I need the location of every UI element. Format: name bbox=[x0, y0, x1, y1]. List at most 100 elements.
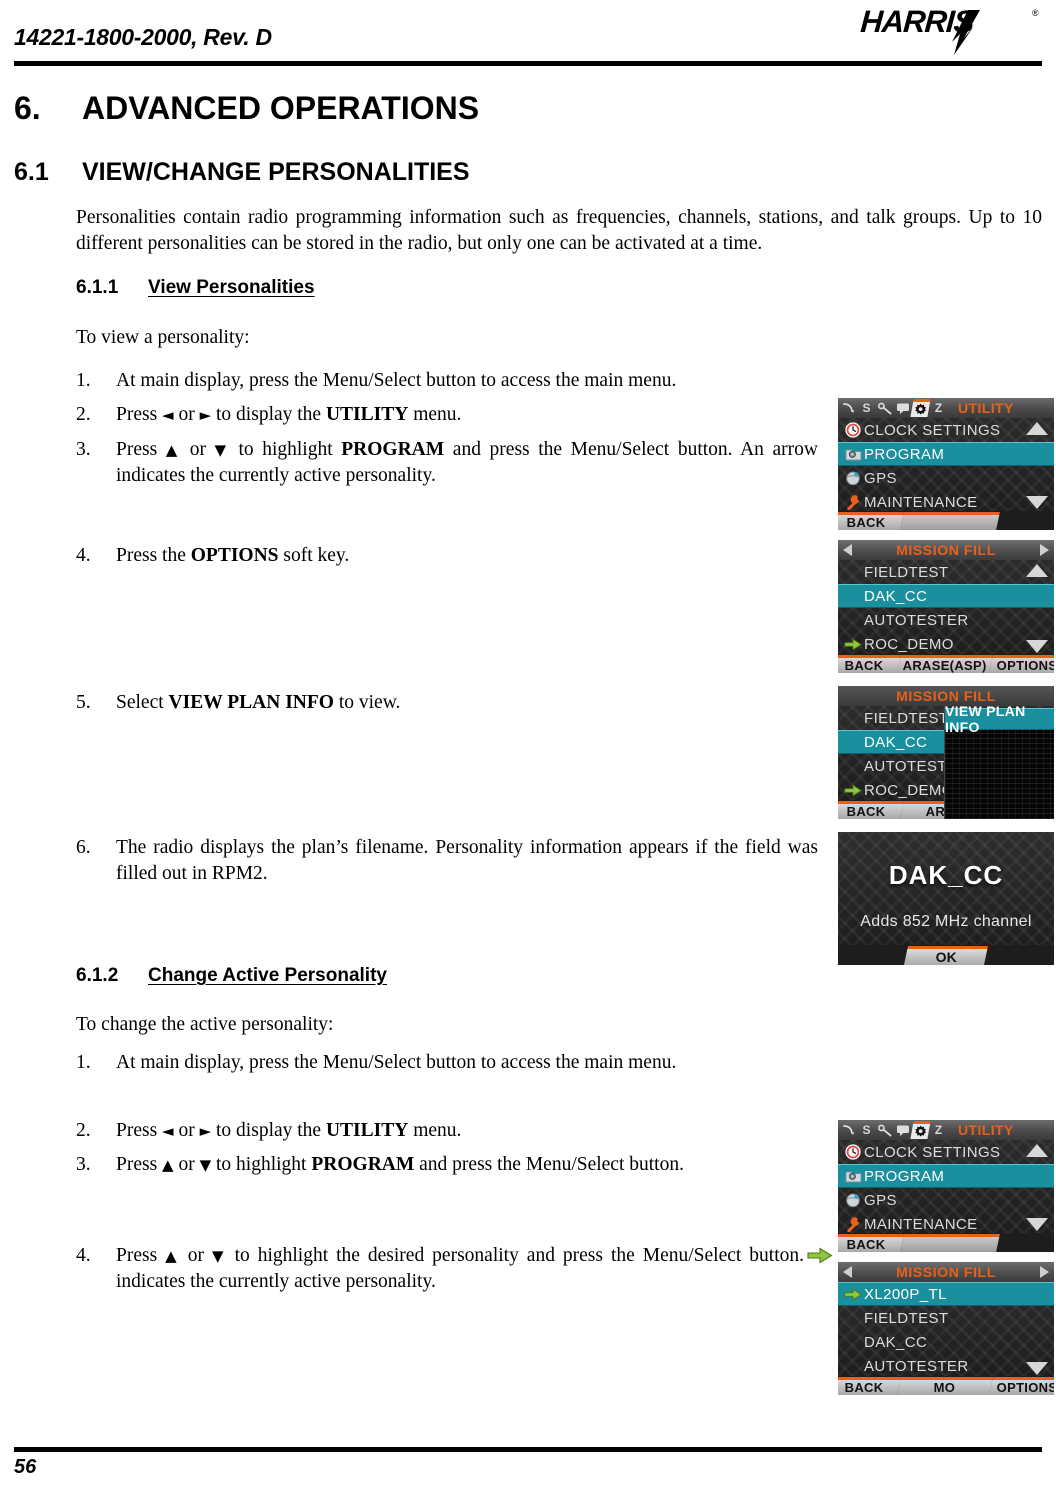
soft-key-middle[interactable] bbox=[900, 512, 1000, 530]
gps-icon bbox=[842, 1192, 864, 1208]
subsection-heading-view: 6.1.1 View Personalities bbox=[76, 277, 876, 299]
menu-item-clock-settings[interactable]: CLOCK SETTINGS bbox=[838, 1140, 1054, 1164]
list-item-label: FIELDTEST bbox=[864, 1309, 949, 1327]
title-bar: MISSION FILL bbox=[838, 540, 1054, 560]
step-text: Press ▲ or ▼ to highlight the desired pe… bbox=[116, 1243, 836, 1295]
step-text-pre: Press bbox=[116, 1154, 163, 1175]
tab-title: UTILITY bbox=[958, 400, 1014, 416]
scroll-down-icon[interactable] bbox=[1026, 496, 1048, 509]
list-item-label: DAK_CC bbox=[864, 1333, 928, 1351]
soft-key-back[interactable]: BACK bbox=[838, 1377, 901, 1395]
list-item[interactable]: DAK_CC bbox=[838, 1330, 1054, 1354]
soft-key-middle[interactable]: MO bbox=[897, 1377, 994, 1395]
harris-logo: HARRIS ® bbox=[859, 4, 1039, 55]
soft-key-middle[interactable]: ARASE(ASP) bbox=[897, 655, 994, 673]
menu-item-gps[interactable]: GPS bbox=[838, 1188, 1054, 1212]
key-icon[interactable] bbox=[876, 399, 893, 417]
left-arrow-icon: ◄ bbox=[162, 406, 174, 424]
message-icon[interactable] bbox=[894, 1121, 911, 1139]
scroll-up-icon[interactable] bbox=[1026, 564, 1048, 577]
down-arrow-icon: ▼ bbox=[199, 1156, 212, 1174]
change-step-4: 4. Press ▲ or ▼ to highlight the desired… bbox=[76, 1243, 836, 1295]
chapter-number: 6. bbox=[14, 90, 41, 126]
soft-key-options[interactable]: OPTIONS bbox=[989, 655, 1054, 673]
call-icon[interactable] bbox=[840, 1121, 857, 1139]
step-text-emphasis: VIEW PLAN INFO bbox=[168, 692, 334, 713]
change-step-3: 3. Press ▲ or ▼ to highlight PROGRAM and… bbox=[76, 1152, 836, 1178]
step-text: Press ◄ or ► to display the UTILITY menu… bbox=[116, 1118, 816, 1144]
tab-bar: S Z UTILITY bbox=[838, 398, 1054, 418]
menu-item-program[interactable]: PROGRAM bbox=[838, 1164, 1054, 1188]
prev-page-arrow-icon[interactable] bbox=[843, 1266, 852, 1278]
list-item[interactable]: XL200P_TL bbox=[838, 1282, 1054, 1306]
subsection-heading-change: 6.1.2 Change Active Personality bbox=[76, 965, 876, 987]
step-text-tail: menu. bbox=[408, 1120, 462, 1141]
call-icon[interactable] bbox=[840, 399, 857, 417]
clock-icon bbox=[842, 422, 864, 438]
list-item[interactable]: FIELDTEST bbox=[838, 1306, 1054, 1330]
scroll-up-icon[interactable] bbox=[1026, 1144, 1048, 1157]
step-number: 2. bbox=[76, 1120, 91, 1141]
scroll-down-icon[interactable] bbox=[1026, 1218, 1048, 1231]
screen-title: MISSION FILL bbox=[896, 542, 996, 558]
wrench-icon bbox=[842, 1216, 864, 1232]
dollar-icon[interactable]: S bbox=[858, 1121, 875, 1139]
menu-item-gps[interactable]: GPS bbox=[838, 466, 1054, 490]
soft-key-back[interactable]: BACK bbox=[838, 655, 901, 673]
dollar-icon[interactable]: S bbox=[858, 399, 875, 417]
soft-key-bar: BACK ARASE(ASP) OPTIONS bbox=[838, 654, 1054, 673]
scroll-up-icon[interactable] bbox=[1026, 422, 1048, 435]
list-item[interactable]: DAK_CC bbox=[838, 584, 1054, 608]
list-item[interactable]: FIELDTEST bbox=[838, 560, 1054, 584]
gps-icon bbox=[842, 470, 864, 486]
up-arrow-icon: ▲ bbox=[165, 441, 182, 459]
step-text-pre: Press bbox=[116, 439, 166, 460]
change-step-1: 1. At main display, press the Menu/Selec… bbox=[76, 1050, 816, 1076]
next-page-arrow-icon[interactable] bbox=[1040, 544, 1049, 556]
list-item[interactable]: AUTOTESTER bbox=[838, 608, 1054, 632]
menu-item-program[interactable]: PROGRAM bbox=[838, 442, 1054, 466]
intro-paragraph: Personalities contain radio programming … bbox=[76, 207, 1042, 254]
step-text: The radio displays the plan’s filename. … bbox=[116, 837, 818, 884]
menu-item-label: MAINTENANCE bbox=[864, 1215, 978, 1233]
soft-key-label: BACK bbox=[846, 515, 886, 530]
list-item[interactable]: ROC_DEMO bbox=[838, 632, 1054, 656]
tab-icon-group: S Z bbox=[838, 399, 947, 417]
gear-icon[interactable] bbox=[910, 399, 931, 417]
prev-page-arrow-icon[interactable] bbox=[843, 544, 852, 556]
program-icon bbox=[842, 1169, 864, 1184]
step-number: 1. bbox=[76, 1052, 91, 1073]
right-arrow-icon: ► bbox=[199, 406, 212, 424]
sleep-icon[interactable]: Z bbox=[930, 1121, 947, 1139]
sleep-icon[interactable]: Z bbox=[930, 399, 947, 417]
message-icon[interactable] bbox=[894, 399, 911, 417]
view-step-1: 1. At main display, press the Menu/Selec… bbox=[76, 368, 766, 394]
step-text-mid: or bbox=[179, 1245, 212, 1266]
key-icon[interactable] bbox=[876, 1121, 893, 1139]
gear-icon[interactable] bbox=[910, 1121, 931, 1139]
soft-key-options[interactable]: OPTIONS bbox=[989, 1377, 1054, 1395]
soft-key-middle[interactable] bbox=[900, 1234, 1000, 1252]
next-page-arrow-icon[interactable] bbox=[1040, 1266, 1049, 1278]
program-icon bbox=[842, 447, 864, 462]
right-arrow-icon: ► bbox=[199, 1122, 212, 1140]
soft-key-back[interactable]: BACK bbox=[838, 1234, 904, 1252]
step-number: 4. bbox=[76, 545, 91, 566]
scroll-down-icon[interactable] bbox=[1026, 1362, 1048, 1375]
scroll-down-icon[interactable] bbox=[1026, 640, 1048, 653]
list-item[interactable]: AUTOTESTER bbox=[838, 1354, 1054, 1378]
step-text-pre: Press the bbox=[116, 545, 191, 566]
tab-title: UTILITY bbox=[958, 1122, 1014, 1138]
soft-key-back[interactable]: BACK bbox=[838, 801, 904, 819]
soft-key-ok[interactable]: OK bbox=[903, 946, 989, 965]
radio-screen-plan-info: DAK_CC Adds 852 MHz channel OK bbox=[838, 832, 1054, 965]
soft-key-back[interactable]: BACK bbox=[838, 512, 904, 530]
section-title: VIEW/CHANGE PERSONALITIES bbox=[82, 158, 470, 186]
menu-item-label: GPS bbox=[864, 469, 897, 487]
screen-title: MISSION FILL bbox=[896, 688, 996, 704]
popup-item-view-plan-info[interactable]: VIEW PLAN INFO bbox=[945, 703, 1054, 735]
document-id: 14221-1800-2000, Rev. D bbox=[14, 24, 272, 50]
menu-item-clock-settings[interactable]: CLOCK SETTINGS bbox=[838, 418, 1054, 442]
step-text-pre: Press bbox=[116, 404, 163, 425]
step-text-tail: indicates the currently active personali… bbox=[116, 1271, 436, 1292]
